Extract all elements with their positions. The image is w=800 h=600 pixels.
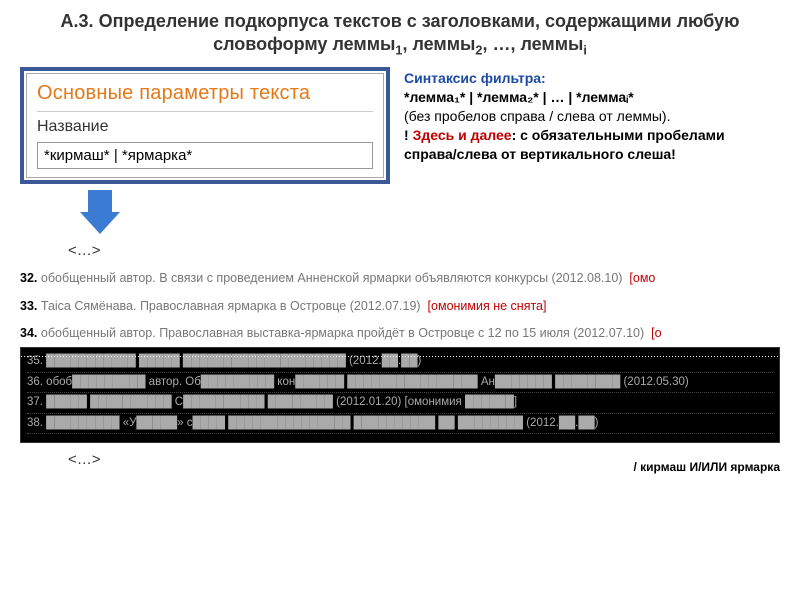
down-arrow-icon (80, 190, 780, 238)
slide-title: А.3. Определение подкорпуса текстов с за… (20, 10, 780, 59)
obscured-results: 35. ███████████ █████ ██████████████████… (20, 347, 780, 443)
footer-note: / кирмаш И/ИЛИ ярмарка (634, 460, 781, 474)
field-label-title: Название (37, 118, 373, 136)
result-list: 32. обобщенный автор. В связи с проведен… (20, 265, 780, 347)
ellipsis-bottom: <…> (68, 451, 101, 468)
ellipsis-top: <…> (68, 242, 780, 259)
result-row: 32. обобщенный автор. В связи с проведен… (20, 265, 780, 292)
result-row: 34. обобщенный автор. Православная выста… (20, 320, 780, 347)
result-row: 33. Таіса Сямёнава. Православная ярмарка… (20, 293, 780, 320)
title-filter-input[interactable] (37, 142, 373, 169)
params-panel: Основные параметры текста Название (20, 67, 390, 184)
syntax-note: Синтаксис фильтра: *лемма₁* | *лемма₂* |… (404, 67, 780, 163)
params-heading: Основные параметры текста (37, 82, 373, 105)
